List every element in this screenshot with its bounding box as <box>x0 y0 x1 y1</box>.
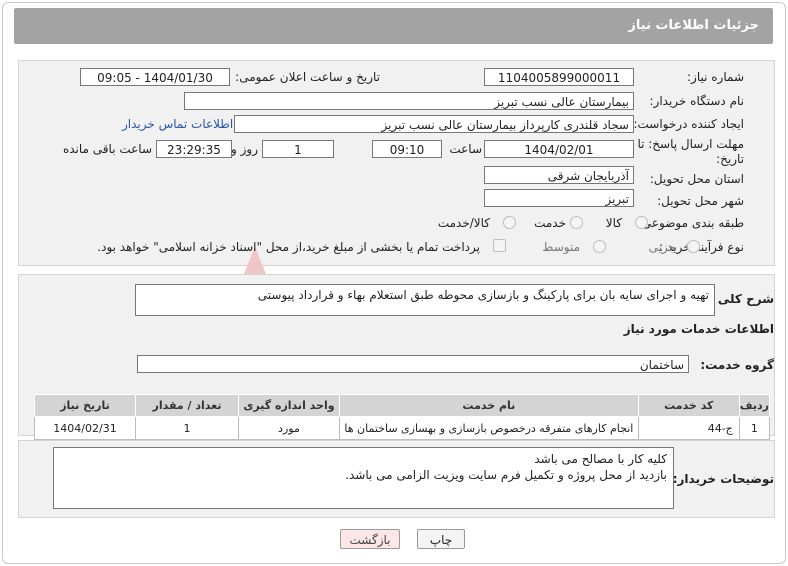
col-row-number: ردیف <box>738 394 771 417</box>
cell-service-code: ج-44 <box>637 416 740 440</box>
category-radio-goods-service[interactable] <box>503 216 516 229</box>
col-quantity: تعداد / مقدار <box>135 394 239 417</box>
services-table: ردیف کد خدمت نام خدمت واحد اندازه گیری ت… <box>34 394 771 440</box>
category-radio-goods[interactable] <box>635 216 648 229</box>
cell-service-name: انجام کارهای متفرقه درخصوص بازسازی و بهس… <box>338 416 639 440</box>
process-option-minor: جزیی <box>648 240 676 254</box>
buyer-notes-line2: بازدید از محل پروژه و تکمیل فرم سایت ویز… <box>345 468 667 482</box>
deadline-label-line1: مهلت ارسال پاسخ: تا <box>637 137 744 151</box>
city-value: تبریز <box>484 189 634 207</box>
need-description-content: تهیه و اجرای سایه بان برای پارکینگ و باز… <box>257 288 709 302</box>
request-info-panel <box>18 60 775 266</box>
page-header: جزئیات اطلاعات نیاز <box>14 8 773 44</box>
cell-row-number: 1 <box>738 416 771 440</box>
announce-value: 1404/01/30 - 09:05 <box>80 68 230 86</box>
process-radio-minor[interactable] <box>687 240 700 253</box>
category-label: طبقه بندی موضوعی: <box>637 216 744 230</box>
services-section-title: اطلاعات خدمات مورد نیاز <box>623 322 774 336</box>
buyer-org-label: نام دستگاه خریدار: <box>649 94 745 108</box>
cell-need-date: 1404/02/31 <box>34 416 136 440</box>
cell-quantity: 1 <box>135 416 239 440</box>
creator-label: ایجاد کننده درخواست: <box>633 117 744 131</box>
need-number-label: شماره نیاز: <box>687 70 744 84</box>
province-value: آذربایجان شرقی <box>484 166 634 184</box>
service-group-label: گروه خدمت: <box>700 358 774 372</box>
deadline-label-line2: تاریخ: <box>716 152 744 166</box>
category-radio-service[interactable] <box>570 216 583 229</box>
treasury-payment-checkbox[interactable] <box>493 239 506 252</box>
category-option-goods: کالا <box>605 216 622 230</box>
col-need-date: تاریخ نیاز <box>34 394 136 417</box>
buyer-org-value: بیمارستان عالی نسب تبریز <box>184 92 634 110</box>
col-service-name: نام خدمت <box>338 394 639 417</box>
deadline-time-label: ساعت <box>449 142 482 156</box>
creator-value: سجاد قلندری کارپرداز بیمارستان عالی نسب … <box>234 115 634 133</box>
buyer-notes-label: توضیحات خریدار: <box>672 472 774 486</box>
announce-label: تاریخ و ساعت اعلان عمومی: <box>235 70 380 84</box>
buyer-contact-link[interactable]: اطلاعات تماس خریدار <box>122 117 233 131</box>
deadline-date: 1404/02/01 <box>484 140 634 158</box>
col-unit: واحد اندازه گیری <box>237 394 340 417</box>
table-row: 1 ج-44 انجام کارهای متفرقه درخصوص بازساز… <box>34 416 771 440</box>
page-title: جزئیات اطلاعات نیاز <box>628 18 759 33</box>
services-table-header: ردیف کد خدمت نام خدمت واحد اندازه گیری ت… <box>34 394 771 417</box>
need-number-value: 1104005899000011 <box>484 68 634 86</box>
category-option-service: خدمت <box>534 216 566 230</box>
province-label: استان محل تحویل: <box>649 172 744 186</box>
treasury-payment-note: پرداخت تمام یا بخشی از مبلغ خرید،از محل … <box>97 240 480 254</box>
print-button[interactable]: چاپ <box>417 529 465 549</box>
process-option-medium: متوسط <box>542 240 580 254</box>
cell-unit: مورد <box>237 416 340 440</box>
days-label: روز و <box>231 142 258 156</box>
deadline-time: 09:10 <box>372 140 442 158</box>
city-label: شهر محل تحویل: <box>657 194 744 208</box>
service-group-value: ساختمان <box>137 355 689 373</box>
remaining-time-label: ساعت باقی مانده <box>62 142 152 156</box>
buyer-notes-box: کلیه کار با مصالح می باشد بازدید از محل … <box>53 447 674 509</box>
process-radio-medium[interactable] <box>593 240 606 253</box>
remaining-time-value: 23:29:35 <box>156 140 232 158</box>
col-service-code: کد خدمت <box>637 394 740 417</box>
need-description-text: تهیه و اجرای سایه بان برای پارکینگ و باز… <box>135 284 715 316</box>
days-remaining-value: 1 <box>262 140 334 158</box>
buyer-notes-line1: کلیه کار با مصالح می باشد <box>534 452 667 466</box>
back-button[interactable]: بازگشت <box>340 529 400 549</box>
category-option-goods-service: کالا/خدمت <box>437 216 490 230</box>
